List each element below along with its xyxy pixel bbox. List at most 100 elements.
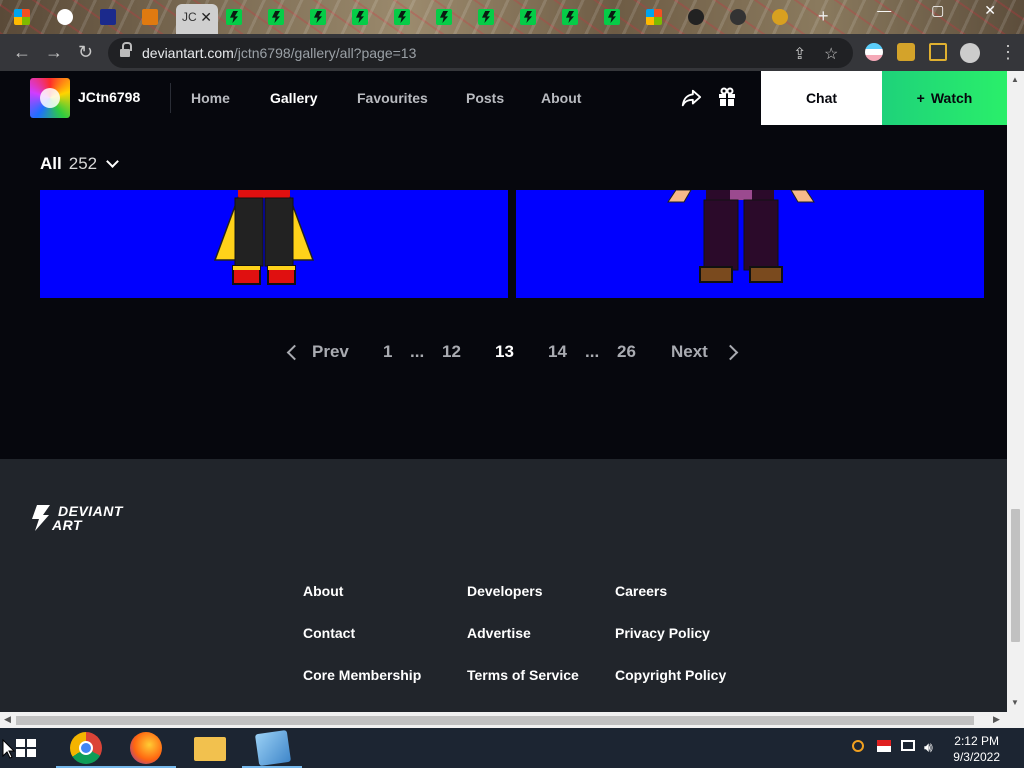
plus-icon: +: [916, 90, 925, 106]
vertical-scrollbar[interactable]: ▲ ▼: [1007, 71, 1024, 712]
gallery-thumbnail[interactable]: [516, 190, 984, 298]
footer-link-advertise[interactable]: Advertise: [467, 625, 531, 641]
deviantart-tab-icon[interactable]: [394, 9, 410, 25]
footer-link-careers[interactable]: Careers: [615, 583, 667, 599]
app-taskbar-icon[interactable]: [254, 729, 292, 767]
deviantart-tab-icon[interactable]: [268, 9, 284, 25]
puzzle-extensions-icon[interactable]: [897, 43, 915, 61]
nav-gallery[interactable]: Gallery: [270, 90, 317, 106]
scroll-right-icon[interactable]: ▶: [993, 714, 1000, 725]
taskbar-clock[interactable]: 2:12 PM 9/3/2022: [953, 733, 1000, 765]
footer-link-about[interactable]: About: [303, 583, 343, 599]
newgrounds-tab-icon[interactable]: [142, 9, 158, 25]
site-tab-icon[interactable]: [730, 9, 746, 25]
next-page-link[interactable]: Next: [671, 342, 708, 362]
forward-icon[interactable]: →: [45, 42, 63, 62]
pagination: Prev 1 ... 12 13 14 ... 26 Next: [0, 340, 1007, 364]
reload-icon[interactable]: ↻: [78, 42, 93, 62]
deviantart-tab-icon[interactable]: [310, 9, 326, 25]
scroll-left-icon[interactable]: ◀: [4, 714, 11, 725]
pagination-ellipsis: ...: [410, 342, 425, 361]
side-panel-icon[interactable]: [929, 43, 947, 61]
nav-favourites[interactable]: Favourites: [357, 90, 428, 106]
chevron-right-icon[interactable]: [722, 344, 739, 361]
scroll-down-icon[interactable]: ▼: [1011, 698, 1019, 707]
profile-avatar-icon[interactable]: [960, 43, 980, 63]
logo-text-art: ART: [52, 517, 83, 533]
windows-app-tab-icon[interactable]: [14, 9, 30, 25]
windows-start-icon[interactable]: [16, 739, 36, 757]
gallery-thumbnail[interactable]: [40, 190, 508, 298]
deviantart-tab-icon[interactable]: [520, 9, 536, 25]
github-tab-icon[interactable]: [688, 9, 704, 25]
deviantart-logo-icon: [32, 505, 50, 531]
gallery-filter-dropdown[interactable]: All 252: [40, 154, 119, 174]
lock-icon[interactable]: [120, 42, 132, 58]
deviantart-tab-icon[interactable]: [352, 9, 368, 25]
chat-button[interactable]: Chat: [761, 71, 882, 125]
search-tray-icon[interactable]: [852, 740, 864, 752]
nav-posts[interactable]: Posts: [466, 90, 504, 106]
chevron-left-icon[interactable]: [286, 344, 303, 361]
address-bar[interactable]: deviantart.com/jctn6798/gallery/all?page…: [108, 38, 853, 68]
firefox-taskbar-icon[interactable]: [130, 732, 162, 764]
clock-date: 9/3/2022: [953, 750, 1000, 764]
scroll-up-icon[interactable]: ▲: [1011, 75, 1019, 84]
footer-link-contact[interactable]: Contact: [303, 625, 355, 641]
site-header: JCtn6798 Home Gallery Favourites Posts A…: [0, 71, 1007, 126]
site-tab-icon[interactable]: [100, 9, 116, 25]
deviantart-tab-icon[interactable]: [478, 9, 494, 25]
pagination-ellipsis: ...: [585, 342, 600, 361]
clock-time: 2:12 PM: [954, 734, 999, 748]
footer-link-developers[interactable]: Developers: [467, 583, 542, 599]
chrome-taskbar-icon[interactable]: [70, 732, 102, 764]
watch-button[interactable]: + Watch: [882, 71, 1007, 125]
mouse-cursor-icon: [2, 739, 16, 759]
deviantart-tab-icon[interactable]: [436, 9, 452, 25]
footer-link-core-membership[interactable]: Core Membership: [303, 667, 421, 683]
chevron-down-icon: [106, 155, 119, 168]
new-tab-icon[interactable]: +: [818, 6, 829, 27]
back-icon[interactable]: ←: [13, 42, 31, 62]
vertical-scroll-thumb[interactable]: [1011, 509, 1020, 642]
page-link[interactable]: 14: [548, 342, 567, 362]
page-link-last[interactable]: 26: [617, 342, 636, 362]
url-text[interactable]: deviantart.com/jctn6798/gallery/all?page…: [142, 45, 416, 61]
user-avatar[interactable]: [30, 78, 70, 118]
active-tab[interactable]: JC ✕: [176, 4, 218, 34]
browser-menu-icon[interactable]: ⋮: [999, 42, 1017, 62]
page-link[interactable]: 12: [442, 342, 461, 362]
share-page-icon[interactable]: ⇪: [793, 44, 806, 64]
footer-link-privacy-policy[interactable]: Privacy Policy: [615, 625, 710, 641]
nav-about[interactable]: About: [541, 90, 581, 106]
volume-icon[interactable]: 🔊︎: [924, 739, 933, 756]
microsoft-tab-icon[interactable]: [646, 9, 662, 25]
deviantart-tab-icon[interactable]: [604, 9, 620, 25]
file-explorer-taskbar-icon[interactable]: [194, 737, 226, 761]
page-link-first[interactable]: 1: [383, 342, 392, 362]
share-icon[interactable]: [680, 87, 702, 109]
deviantart-logo[interactable]: DEVIANT ART: [30, 503, 140, 533]
horizontal-scrollbar[interactable]: ◀ ▶: [0, 712, 1024, 728]
active-tab-title: JC: [182, 10, 197, 24]
flag-tray-icon[interactable]: [877, 740, 891, 752]
bookmark-star-icon[interactable]: ☆: [824, 44, 838, 64]
deviantart-tab-icon[interactable]: [562, 9, 578, 25]
footer-link-copyright-policy[interactable]: Copyright Policy: [615, 667, 726, 683]
username[interactable]: JCtn6798: [78, 89, 140, 105]
horizontal-scroll-thumb[interactable]: [16, 716, 974, 725]
google-tab-icon[interactable]: [57, 9, 73, 25]
gift-icon[interactable]: [717, 87, 737, 107]
nav-home[interactable]: Home: [191, 90, 230, 106]
window-controls[interactable]: — ▢ ✕: [877, 2, 1014, 19]
prev-page-link[interactable]: Prev: [312, 342, 349, 362]
gallery-content: All 252 Prev 1 ... 12 13 14 ... 26 Next: [0, 126, 1007, 459]
browser-tab-strip: JC ✕ + — ▢ ✕: [0, 0, 1024, 34]
site-tab-icon[interactable]: [772, 9, 788, 25]
footer-link-terms-of-service[interactable]: Terms of Service: [467, 667, 579, 683]
close-tab-icon[interactable]: ✕: [200, 9, 212, 26]
extension-icon[interactable]: [865, 43, 883, 61]
network-tray-icon[interactable]: [901, 740, 915, 751]
url-domain: deviantart.com: [142, 45, 234, 61]
deviantart-tab-icon[interactable]: [226, 9, 242, 25]
